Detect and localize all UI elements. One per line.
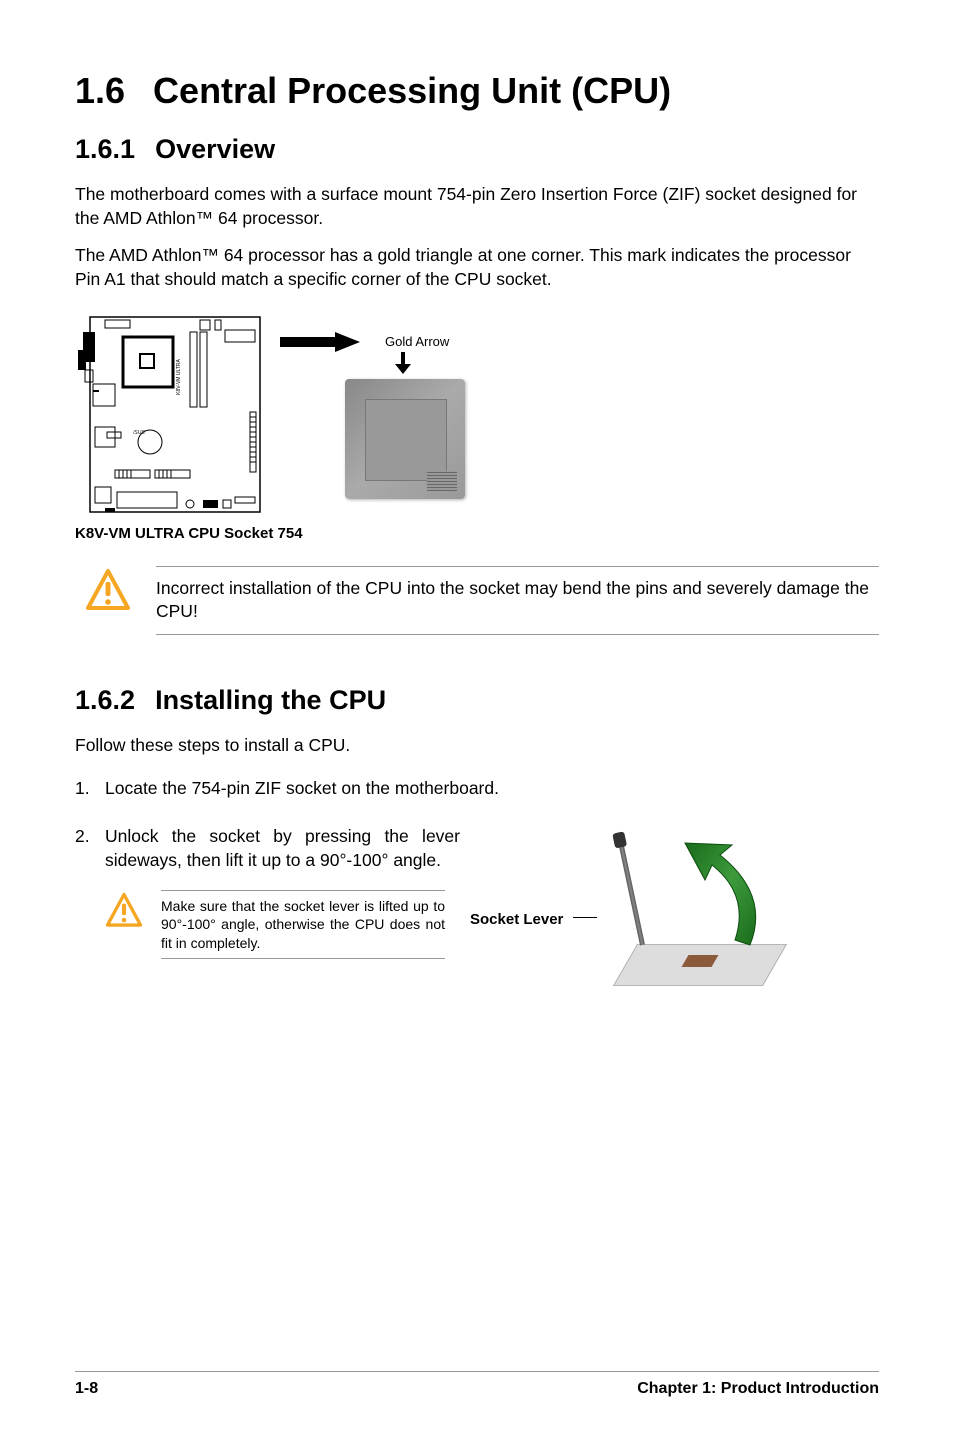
overview-paragraph-1: The motherboard comes with a surface mou…	[75, 183, 879, 230]
install-intro: Follow these steps to install a CPU.	[75, 734, 879, 758]
page-footer: 1-8 Chapter 1: Product Introduction	[75, 1371, 879, 1398]
warning-icon	[105, 892, 143, 930]
cpu-photo	[345, 379, 465, 499]
warning-text-1: Incorrect installation of the CPU into t…	[156, 566, 879, 635]
overview-heading: 1.6.1 Overview	[75, 134, 879, 165]
step-2-text: Unlock the socket by pressing the lever …	[105, 825, 460, 872]
page-number: 1-8	[75, 1380, 98, 1398]
overview-number: 1.6.1	[75, 134, 135, 165]
green-curved-arrow-icon	[670, 835, 780, 965]
figure-caption: K8V-VM ULTRA CPU Socket 754	[75, 525, 879, 542]
socket-lever-label: Socket Lever	[470, 910, 563, 930]
install-step-1: Locate the 754-pin ZIF socket on the mot…	[75, 777, 879, 801]
right-arrow-icon	[280, 332, 360, 352]
overview-paragraph-2: The AMD Athlon™ 64 processor has a gold …	[75, 244, 879, 291]
installing-title: Installing the CPU	[155, 685, 386, 715]
figure-row: K8V-VM ULTRA /SUS	[75, 312, 879, 517]
install-steps: Locate the 754-pin ZIF socket on the mot…	[75, 777, 879, 958]
chapter-title: Chapter 1: Product Introduction	[637, 1380, 879, 1398]
overview-title: Overview	[155, 134, 275, 164]
warning-icon	[85, 568, 131, 614]
warning-callout-1: Incorrect installation of the CPU into t…	[85, 566, 879, 635]
down-arrow-icon	[395, 352, 411, 374]
installing-heading: 1.6.2 Installing the CPU	[75, 685, 879, 716]
heading-title: Central Processing Unit (CPU)	[153, 70, 671, 111]
warning-text-2: Make sure that the socket lever is lifte…	[161, 890, 445, 959]
arrow-section: Gold Arrow	[280, 332, 465, 499]
installing-number: 1.6.2	[75, 685, 135, 716]
warning-callout-2: Make sure that the socket lever is lifte…	[105, 890, 445, 959]
board-label-text: K8V-VM ULTRA	[176, 358, 182, 394]
motherboard-diagram: K8V-VM ULTRA /SUS	[75, 312, 265, 517]
install-step-2: Unlock the socket by pressing the lever …	[75, 825, 879, 959]
gold-arrow-label: Gold Arrow	[385, 334, 449, 349]
main-heading: 1.6 Central Processing Unit (CPU)	[75, 70, 879, 112]
heading-number: 1.6	[75, 70, 125, 112]
svg-text:/SUS: /SUS	[132, 430, 145, 436]
